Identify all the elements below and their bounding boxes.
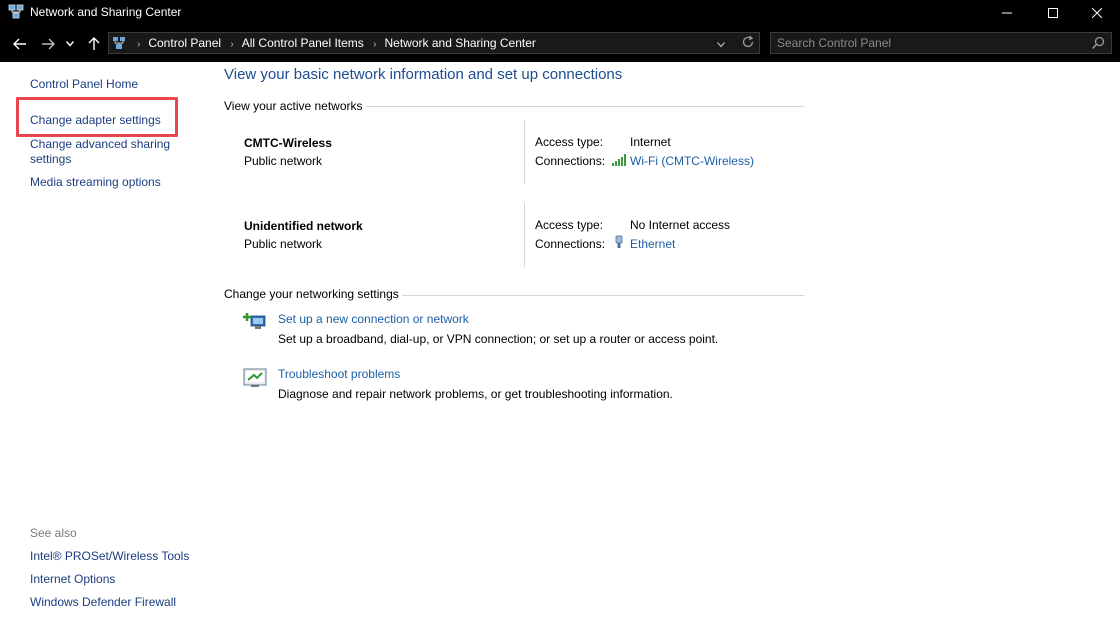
network-name: CMTC-Wireless bbox=[244, 136, 332, 150]
access-type-value: No Internet access bbox=[630, 218, 731, 232]
up-button[interactable] bbox=[84, 34, 104, 54]
breadcrumb-network-center[interactable]: Network and Sharing Center bbox=[385, 36, 536, 50]
see-also-intel-proset-link[interactable]: Intel® PROSet/Wireless Tools bbox=[30, 549, 189, 563]
address-dropdown-button[interactable] bbox=[717, 37, 725, 51]
page-title: View your basic network information and … bbox=[224, 66, 623, 83]
media-streaming-options-link[interactable]: Media streaming options bbox=[30, 175, 161, 189]
ethernet-connection-link[interactable]: Ethernet bbox=[630, 237, 675, 251]
control-panel-home-link[interactable]: Control Panel Home bbox=[30, 77, 138, 91]
divider bbox=[524, 203, 525, 267]
search-input[interactable] bbox=[777, 35, 1077, 51]
divider bbox=[524, 120, 525, 184]
network-category-link[interactable]: Public network bbox=[244, 237, 322, 251]
access-type-value: Internet bbox=[630, 135, 671, 149]
search-box bbox=[770, 32, 1112, 54]
address-bar: › Control Panel › All Control Panel Items … bbox=[0, 26, 1120, 62]
breadcrumb-control-panel[interactable]: Control Panel bbox=[148, 36, 221, 50]
arrow-right-icon bbox=[42, 38, 55, 50]
change-settings-label: Change your networking settings bbox=[224, 287, 399, 301]
arrow-up-icon bbox=[88, 37, 100, 50]
wifi-connection-link[interactable]: Wi-Fi (CMTC-Wireless) bbox=[630, 154, 754, 168]
address-field[interactable]: › Control Panel › All Control Panel Items … bbox=[108, 32, 760, 54]
breadcrumb-all-items[interactable]: All Control Panel Items bbox=[242, 36, 364, 50]
troubleshoot-description: Diagnose and repair network problems, or… bbox=[278, 387, 673, 401]
troubleshoot-icon bbox=[243, 367, 267, 389]
breadcrumb: › Control Panel › All Control Panel Items … bbox=[131, 36, 536, 50]
setup-connection-description: Set up a broadband, dial-up, or VPN conn… bbox=[278, 332, 719, 346]
new-connection-icon bbox=[243, 311, 267, 333]
recent-locations-button[interactable] bbox=[63, 34, 77, 54]
breadcrumb-separator-icon: › bbox=[373, 39, 377, 50]
active-networks-label: View your active networks bbox=[224, 99, 363, 113]
chevron-down-icon bbox=[66, 41, 74, 47]
network-name: Unidentified network bbox=[244, 219, 363, 233]
connections-label: Connections: bbox=[535, 154, 606, 168]
change-adapter-settings-link[interactable]: Change adapter settings bbox=[30, 113, 161, 127]
access-type-label: Access type: bbox=[535, 218, 604, 232]
see-also-internet-options-link[interactable]: Internet Options bbox=[30, 572, 115, 586]
divider bbox=[402, 295, 804, 296]
close-icon bbox=[1092, 8, 1102, 18]
breadcrumb-separator-icon: › bbox=[230, 39, 234, 50]
ethernet-icon bbox=[614, 235, 624, 252]
change-advanced-sharing-link[interactable]: Change advanced sharing bbox=[30, 137, 170, 151]
refresh-button[interactable] bbox=[741, 35, 755, 52]
change-advanced-sharing-link-line2[interactable]: settings bbox=[30, 152, 71, 166]
minimize-button[interactable] bbox=[984, 0, 1030, 26]
close-button[interactable] bbox=[1074, 0, 1120, 26]
chevron-down-icon bbox=[717, 42, 725, 48]
maximize-button[interactable] bbox=[1030, 0, 1076, 26]
access-type-label: Access type: bbox=[535, 135, 604, 149]
forward-button[interactable] bbox=[38, 34, 58, 54]
title-bar: Network and Sharing Center bbox=[0, 0, 1120, 26]
control-panel-icon bbox=[112, 36, 126, 50]
refresh-icon bbox=[742, 35, 754, 48]
see-also-firewall-link[interactable]: Windows Defender Firewall bbox=[30, 595, 176, 609]
maximize-icon bbox=[1048, 8, 1058, 18]
arrow-left-icon bbox=[13, 38, 26, 50]
troubleshoot-problems-link[interactable]: Troubleshoot problems bbox=[278, 367, 400, 381]
minimize-icon bbox=[1002, 12, 1012, 14]
back-button[interactable] bbox=[10, 34, 30, 54]
setup-new-connection-link[interactable]: Set up a new connection or network bbox=[278, 312, 469, 326]
breadcrumb-separator-icon: › bbox=[137, 39, 141, 50]
divider bbox=[366, 106, 804, 107]
see-also-label: See also bbox=[30, 526, 77, 540]
window-title: Network and Sharing Center bbox=[30, 5, 182, 19]
connections-label: Connections: bbox=[535, 237, 606, 251]
network-center-icon bbox=[8, 4, 24, 20]
network-category-link[interactable]: Public network bbox=[244, 154, 322, 168]
search-icon[interactable] bbox=[1091, 36, 1105, 53]
wifi-signal-icon bbox=[612, 154, 626, 169]
